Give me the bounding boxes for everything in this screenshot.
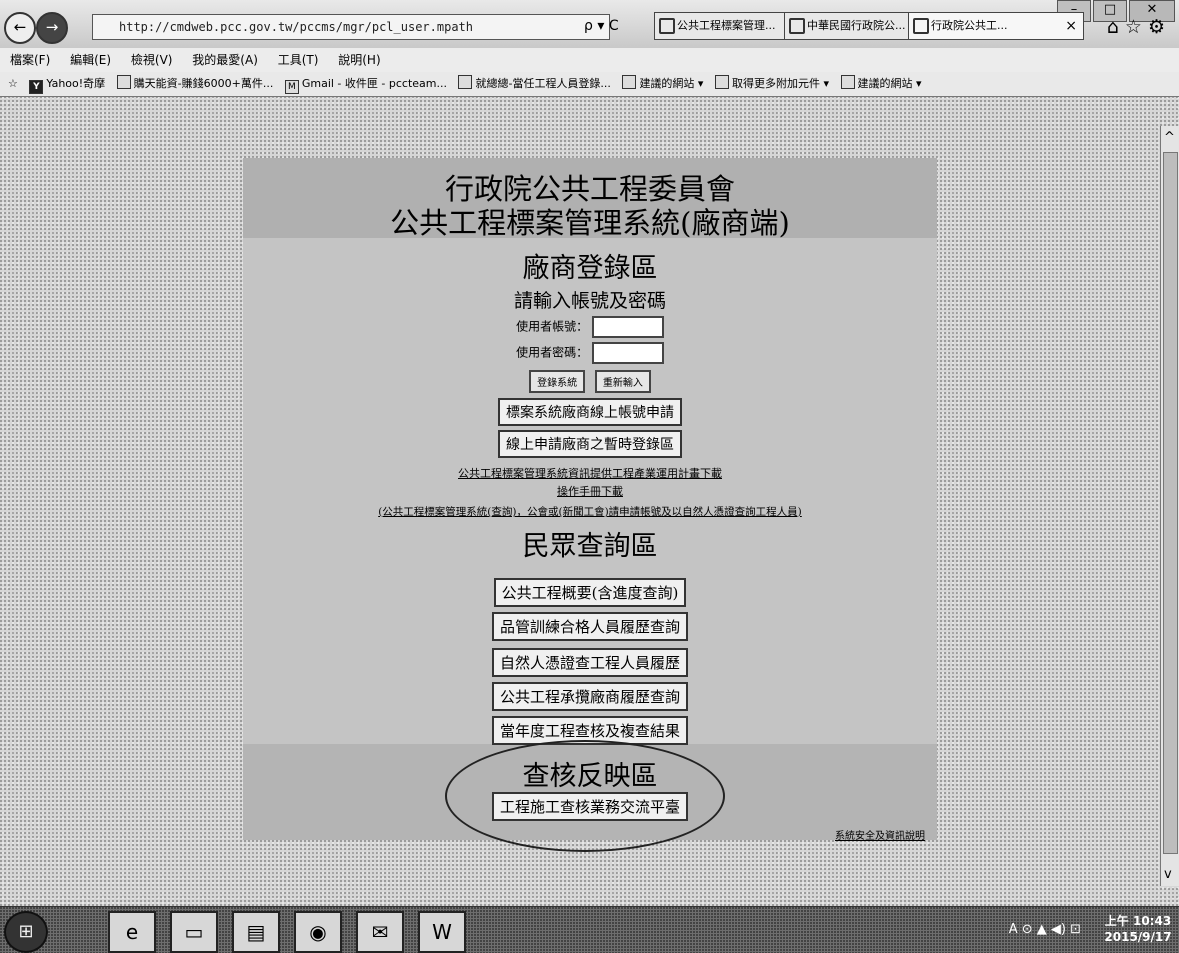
password-row: 使用者密碼： bbox=[243, 342, 937, 364]
fav-label: Yahoo!奇摩 bbox=[46, 77, 106, 90]
fav-gmail[interactable]: M Gmail - 收件匣 - pccteam... bbox=[284, 72, 447, 96]
address-bar[interactable]: http://cmdweb.pcc.gov.tw/pccms/mgr/pcl_u… bbox=[92, 14, 610, 40]
folder-taskbar-icon[interactable]: ▤ bbox=[232, 911, 280, 953]
fav-label: 取得更多附加元件 ▾ bbox=[731, 77, 829, 90]
start-button-icon[interactable]: ⊞ bbox=[4, 911, 48, 953]
tab-page-icon bbox=[659, 18, 675, 34]
login-button[interactable]: 登錄系統 bbox=[529, 370, 586, 393]
fav-item-4[interactable]: 就總總-當任工程人員登錄... bbox=[458, 72, 611, 96]
clock-time: 上午 10:43 bbox=[1104, 914, 1172, 928]
menu-edit[interactable]: 編輯(E) bbox=[70, 53, 111, 67]
tab-page-icon bbox=[789, 18, 805, 34]
hand-drawn-highlight-circle bbox=[445, 740, 725, 852]
tab-3-active[interactable]: 行政院公共工... × bbox=[908, 12, 1084, 40]
public-inquiry-heading: 民眾查詢區 bbox=[522, 531, 658, 562]
browser-title-bar: – □ ✕ ← → http://cmdweb.pcc.gov.tw/pccms… bbox=[0, 0, 1179, 49]
scroll-thumb[interactable] bbox=[1163, 152, 1178, 854]
site-icon bbox=[116, 75, 131, 89]
vendor-login-heading: 廠商登錄區 bbox=[522, 253, 658, 284]
fav-item-2[interactable]: 購天能資-賺錢6000+萬件... bbox=[116, 72, 274, 96]
ie-icon bbox=[840, 75, 855, 89]
menu-view[interactable]: 檢視(V) bbox=[131, 53, 173, 67]
windows-taskbar: ⊞ e ▭ ▤ ◉ ✉ W A ⊙ ▲ ◀) ⊡ 上午 10:43 2015/9… bbox=[0, 906, 1179, 953]
download-plan-link[interactable]: 公共工程標案管理系統資訊提供工程產業運用計畫下載 bbox=[458, 467, 722, 480]
public-works-overview-button[interactable]: 公共工程概要(含進度查詢) bbox=[493, 578, 687, 607]
login-buttons-row: 登錄系統 重新輸入 bbox=[243, 370, 937, 393]
forward-icon[interactable]: → bbox=[36, 12, 68, 44]
system-title: 公共工程標案管理系統(廠商端) bbox=[390, 206, 790, 240]
contractor-history-button[interactable]: 公共工程承攬廠商履歷查詢 bbox=[491, 682, 688, 711]
ie-taskbar-icon[interactable]: e bbox=[108, 911, 156, 953]
screen: – □ ✕ ← → http://cmdweb.pcc.gov.tw/pccms… bbox=[0, 0, 1179, 953]
vertical-scrollbar[interactable]: ^ v bbox=[1160, 126, 1179, 886]
scroll-up-icon[interactable]: ^ bbox=[1164, 130, 1175, 145]
temporary-login-button[interactable]: 線上申請廠商之暫時登錄區 bbox=[498, 430, 682, 458]
fav-suggested-sites-2[interactable]: 建議的網站 ▾ bbox=[840, 72, 922, 96]
ie-icon bbox=[714, 75, 729, 89]
password-input[interactable] bbox=[591, 342, 664, 364]
tab-label: 公共工程標案管理... bbox=[677, 19, 776, 32]
login-prompt: 請輸入帳號及密碼 bbox=[513, 290, 666, 312]
fav-label: 購天能資-賺錢6000+萬件... bbox=[133, 77, 274, 90]
online-account-apply-button[interactable]: 標案系統廠商線上帳號申請 bbox=[498, 398, 682, 426]
username-input[interactable] bbox=[591, 316, 664, 338]
tab-page-icon bbox=[913, 18, 929, 34]
fav-yahoo[interactable]: Y Yahoo!奇摩 bbox=[29, 72, 105, 96]
fav-label: Gmail - 收件匣 - pccteam... bbox=[301, 77, 447, 90]
yahoo-icon: Y bbox=[29, 80, 44, 94]
manual-download-link[interactable]: 操作手冊下載 bbox=[557, 485, 623, 498]
clock[interactable]: 上午 10:43 2015/9/17 bbox=[1103, 913, 1173, 945]
word-taskbar-icon[interactable]: W bbox=[418, 911, 466, 953]
fav-label: 就總總-當任工程人員登錄... bbox=[475, 77, 611, 90]
ie-icon bbox=[622, 75, 637, 89]
fav-suggested-sites[interactable]: 建議的網站 ▾ bbox=[622, 72, 703, 96]
tab-label: 行政院公共工... bbox=[931, 19, 1008, 32]
mail-taskbar-icon[interactable]: ✉ bbox=[356, 911, 404, 953]
scroll-down-icon[interactable]: v bbox=[1164, 867, 1172, 882]
tab-close-icon[interactable]: × bbox=[1065, 13, 1077, 39]
fav-label: 建議的網站 ▾ bbox=[857, 77, 922, 90]
menu-help[interactable]: 說明(H) bbox=[338, 53, 380, 67]
menu-bar: 檔案(F) 編輯(E) 檢視(V) 我的最愛(A) 工具(T) 說明(H) bbox=[0, 48, 1179, 72]
back-icon[interactable]: ← bbox=[4, 12, 36, 44]
menu-tools[interactable]: 工具(T) bbox=[278, 53, 319, 67]
login-page-panel: 行政院公共工程委員會 公共工程標案管理系統(廠商端) 廠商登錄區 請輸入帳號及密… bbox=[243, 158, 937, 852]
qc-trained-personnel-button[interactable]: 品管訓練合格人員履歷查詢 bbox=[491, 612, 688, 641]
tab-label: 中華民國行政院公... bbox=[807, 19, 906, 32]
reset-button[interactable]: 重新輸入 bbox=[594, 370, 651, 393]
username-row: 使用者帳號： bbox=[243, 316, 937, 338]
menu-favorites[interactable]: 我的最愛(A) bbox=[192, 53, 258, 67]
gmail-icon: M bbox=[284, 80, 299, 94]
fav-label: 建議的網站 ▾ bbox=[639, 77, 704, 90]
site-icon bbox=[458, 75, 473, 89]
inquiry-note-link[interactable]: (公共工程標案管理系統(查詢)，公會或(新聞工會)請申請帳號及以自然人憑證查詢工… bbox=[378, 506, 802, 518]
file-explorer-taskbar-icon[interactable]: ▭ bbox=[170, 911, 218, 953]
system-tray[interactable]: A ⊙ ▲ ◀) ⊡ bbox=[1009, 913, 1081, 947]
chrome-taskbar-icon[interactable]: ◉ bbox=[294, 911, 342, 953]
username-label: 使用者帳號： bbox=[516, 319, 589, 334]
address-tools[interactable]: ρ ▾ C bbox=[584, 14, 650, 38]
security-info-link[interactable]: 系統安全及資訊說明 bbox=[835, 831, 925, 842]
fav-get-addons[interactable]: 取得更多附加元件 ▾ bbox=[714, 72, 829, 96]
natural-person-certificate-button[interactable]: 自然人憑證查工程人員履歷 bbox=[491, 648, 688, 677]
password-label: 使用者密碼： bbox=[516, 345, 589, 360]
home-favorites-settings-icons[interactable]: ⌂☆⚙ bbox=[1107, 16, 1171, 38]
favorites-bar: ☆ Y Yahoo!奇摩 購天能資-賺錢6000+萬件... M Gmail - 收… bbox=[0, 72, 1179, 97]
menu-file[interactable]: 檔案(F) bbox=[10, 53, 50, 67]
clock-date: 2015/9/17 bbox=[1104, 930, 1172, 944]
favorites-star-icon[interactable]: ☆ bbox=[8, 72, 18, 96]
